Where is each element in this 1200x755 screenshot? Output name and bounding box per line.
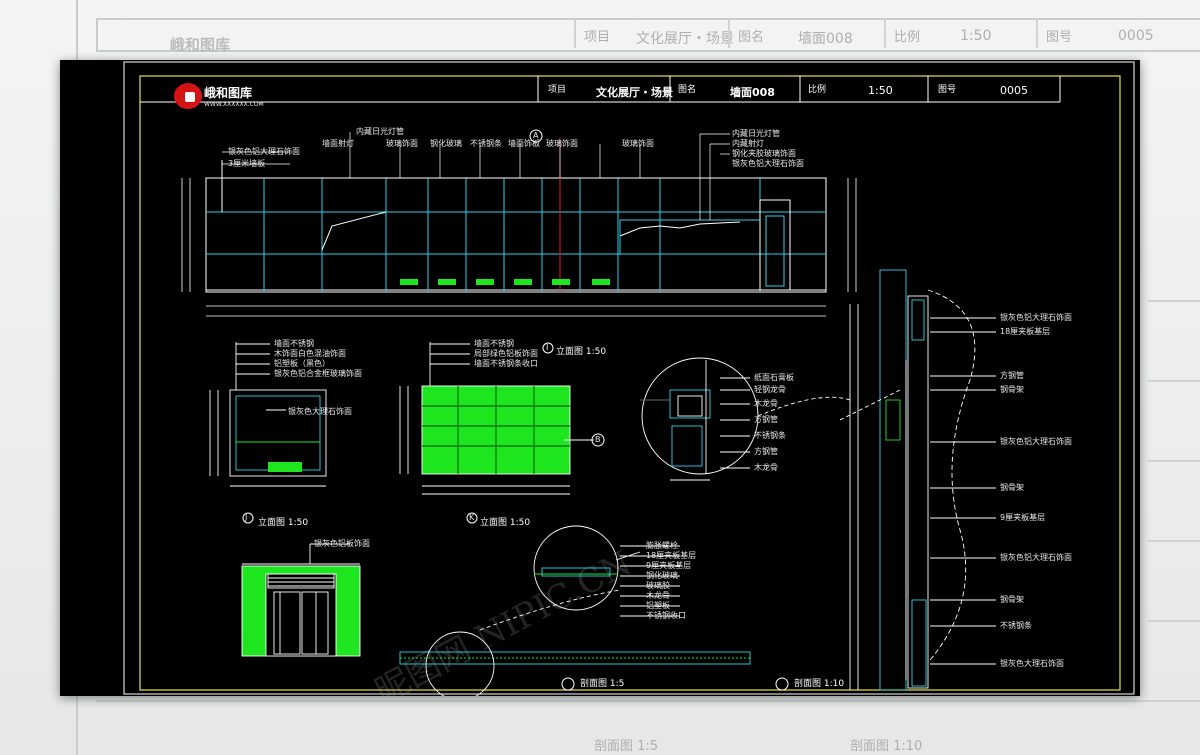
view-title-k: 立面图 1:50 <box>480 518 531 528</box>
k-note: 墙面不锈钢 <box>474 339 514 348</box>
top-note: 不锈钢条 <box>470 139 502 148</box>
background-scale-value: 1:50 <box>960 28 992 44</box>
background-bottom-line <box>96 700 1200 702</box>
background-view-title-b: 剖面图 1:5 <box>594 739 659 754</box>
detail-note: 方钢管 <box>754 447 778 456</box>
drawing-value: 墙面008 <box>730 86 775 99</box>
right-section-note: 银灰色铝大理石饰面 <box>1000 437 1072 446</box>
k-note: 墙面不锈钢条收口 <box>474 359 538 368</box>
b-note: 钢化玻璃 <box>646 571 678 580</box>
logo-subtitle: WWW.XXXXXX.COM <box>204 101 264 108</box>
detail-note: 木龙骨 <box>754 399 778 408</box>
view-title-j: 立面图 1:50 <box>258 518 309 528</box>
background-divider <box>884 18 886 48</box>
b-note: 9厘夹板基层 <box>646 561 692 570</box>
callout-a-bottom-circle <box>775 677 789 691</box>
right-section-note: 银灰色铝大理石饰面 <box>1000 313 1072 322</box>
view-title-b: 剖面图 1:5 <box>580 679 625 689</box>
right-note: 银灰色铝大理石饰面 <box>732 159 804 168</box>
section-a-right <box>839 269 996 691</box>
background-divider <box>574 18 576 48</box>
cad-linework <box>123 61 1135 696</box>
scale-label: 比例 <box>808 85 827 95</box>
top-note: 钢化玻璃 <box>430 139 462 148</box>
detail-note: 方钢管 <box>754 415 778 424</box>
project-value: 文化展厅・场景 <box>596 86 673 99</box>
j-note: 木饰面白色混油饰面 <box>274 349 346 358</box>
elevation-i <box>241 543 361 657</box>
background-logo-text: 峨和图库 <box>170 36 231 54</box>
b-note: 铝塑板 <box>646 601 670 610</box>
right-section-note: 钢骨架 <box>1000 385 1024 394</box>
right-section-note: 不锈钢条 <box>1000 621 1032 630</box>
b-note: 膨胀螺栓 <box>646 541 678 550</box>
top-note: 玻璃饰面 <box>386 139 418 148</box>
elevation-dimensions <box>181 178 857 317</box>
detail-section-circle <box>640 357 851 481</box>
background-project-value: 文化展厅・场景 <box>636 31 734 47</box>
b-note: 木龙骨 <box>646 591 670 600</box>
elevation-green-plaques <box>400 279 610 285</box>
detail-note: 轻钢龙骨 <box>754 385 786 394</box>
right-note: 钢化夹胶玻璃饰面 <box>732 149 796 158</box>
top-note: 内藏日光灯管 <box>356 127 404 136</box>
callout-b-bottom-circle <box>561 677 575 691</box>
right-note: 内藏日光灯管 <box>732 129 780 138</box>
top-note: 玻璃饰面 <box>546 139 578 148</box>
drawing-label: 图名 <box>678 85 697 95</box>
callout-i-label: I <box>546 343 549 352</box>
number-label: 图号 <box>938 85 957 95</box>
background-view-title-a: 剖面图 1:10 <box>850 739 923 754</box>
k-note: 局部绿色铝板饰面 <box>474 349 538 358</box>
logo-name: 峨和图库 <box>204 86 253 100</box>
background-leader <box>1148 460 1200 462</box>
right-section-note: 钢骨架 <box>1000 595 1024 604</box>
top-note: 墙面射灯 <box>322 139 354 148</box>
background-drawing-label: 图名 <box>738 30 765 45</box>
callout-j-label: J <box>245 513 248 522</box>
callout-k-label: K <box>469 513 475 522</box>
detail-note: 木龙骨 <box>754 463 778 472</box>
j-note: 铝塑板（黑色） <box>274 359 330 368</box>
background-number-value: 0005 <box>1118 28 1154 44</box>
right-section-note: 9厘夹板基层 <box>1000 513 1046 522</box>
number-value: 0005 <box>1000 84 1028 97</box>
right-section-note: 18厘夹板基层 <box>1000 327 1051 336</box>
background-divider <box>1036 18 1038 48</box>
background-project-label: 项目 <box>584 30 611 45</box>
background-drawing-value: 墙面008 <box>798 31 853 47</box>
b-note: 不锈钢收口 <box>646 611 686 620</box>
background-number-label: 图号 <box>1046 30 1073 45</box>
background-leader <box>1148 540 1200 542</box>
right-note: 内藏射灯 <box>732 139 764 148</box>
callout-b-label: B <box>595 435 601 444</box>
background-leader <box>1148 620 1200 622</box>
top-note: 玻璃饰面 <box>622 139 654 148</box>
background-scale-label: 比例 <box>894 30 921 45</box>
detail-note: 纸面石膏板 <box>754 373 794 382</box>
background-divider <box>728 18 730 48</box>
b-note: 玻璃胶 <box>646 581 670 590</box>
right-section-note: 银灰色铝大理石饰面 <box>1000 553 1072 562</box>
i-note: 银灰色铝板饰面 <box>314 539 370 548</box>
cad-drawing-sheet: 峨和图库 WWW.XXXXXX.COM 项目 文化展厅・场景 图名 墙面008 … <box>60 60 1140 696</box>
scale-value: 1:50 <box>868 84 893 97</box>
view-title-i: 立面图 1:50 <box>556 347 607 357</box>
left-note: 3厘米墙板 <box>228 159 266 168</box>
top-note: 墙面饰板 <box>508 139 540 148</box>
right-section-note: 钢骨架 <box>1000 483 1024 492</box>
b-note: 18厘夹板基层 <box>646 551 697 560</box>
detail-note: 不锈钢条 <box>754 431 786 440</box>
j-note: 墙面不锈钢 <box>274 339 314 348</box>
j-note: 银灰色大理石饰面 <box>288 407 352 416</box>
project-label: 项目 <box>548 85 567 95</box>
left-note: 银灰色铝大理石饰面 <box>228 147 300 156</box>
right-section-note: 方钢管 <box>1000 371 1024 380</box>
j-note: 银灰色铝合金框玻璃饰面 <box>274 369 362 378</box>
logo-mark-icon <box>174 83 202 109</box>
view-title-a: 剖面图 1:10 <box>794 679 845 689</box>
right-section-note: 银灰色大理石饰面 <box>1000 659 1064 668</box>
background-leader <box>1148 300 1200 302</box>
background-leader <box>1148 380 1200 382</box>
